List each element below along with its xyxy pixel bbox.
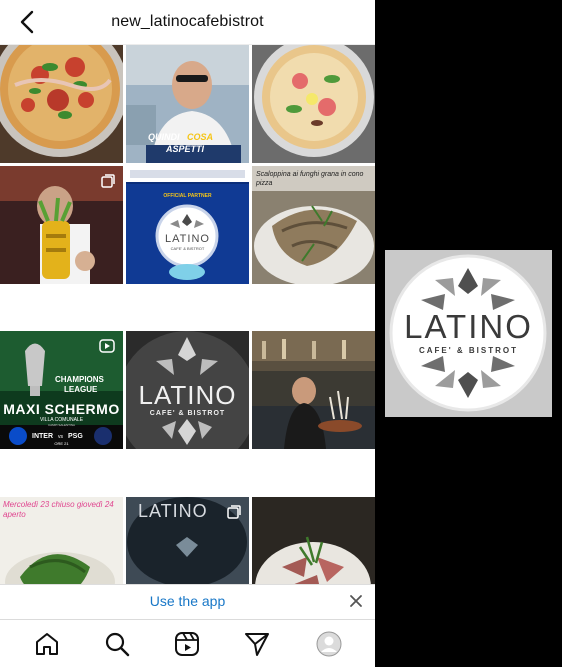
- versus-label: vs: [58, 434, 63, 440]
- team-away: PSG: [68, 433, 83, 440]
- post-caption: Scaloppina ai funghi grana in cono pizza: [256, 171, 364, 187]
- post-caption: Mercoledì 23 chiuso giovedì 24 aperto: [3, 500, 114, 519]
- logo-text: LATINO: [165, 233, 210, 245]
- post-thumbnail-cocktail[interactable]: [0, 166, 123, 284]
- post-caption-2: COSA: [187, 132, 214, 142]
- home-icon[interactable]: [33, 630, 61, 658]
- logo-text: LATINO: [404, 308, 533, 345]
- logo-subtext: CAFE' & BISTROT: [418, 346, 518, 355]
- post-grid: QUINDI COSA ASPETTI OFFICIAL PARTNER LAT…: [0, 45, 375, 593]
- post-thumbnail-scaloppina[interactable]: Scaloppina ai funghi grana in cono pizza: [252, 166, 375, 284]
- post-thumbnail-salad[interactable]: Mercoledì 23 chiuso giovedì 24 aperto: [0, 497, 123, 593]
- post-thumbnail-latino-sign[interactable]: LATINO: [126, 497, 249, 593]
- post-thumbnail-pizza-1[interactable]: [0, 45, 123, 163]
- post-thumbnail-pizza-2[interactable]: [252, 45, 375, 163]
- album-icon: [101, 174, 115, 188]
- profile-username: new_latinocafebistrot: [111, 13, 264, 30]
- post-thumbnail-latino-logo[interactable]: LATINO CAFE' & BISTROT: [126, 331, 249, 449]
- league-title-2: LEAGUE: [64, 385, 98, 394]
- logo-text: LATINO: [138, 380, 237, 410]
- album-icon: [227, 505, 241, 519]
- logo-text: LATINO: [138, 501, 208, 521]
- latino-logo-image: LATINO CAFE' & BISTROT: [385, 250, 552, 417]
- search-icon[interactable]: [103, 630, 131, 658]
- use-app-banner: Use the app: [0, 584, 375, 619]
- partner-label: OFFICIAL PARTNER: [163, 193, 212, 199]
- top-bar: new_latinocafebistrot: [0, 0, 375, 45]
- close-icon[interactable]: [347, 592, 365, 610]
- profile-icon[interactable]: [315, 630, 343, 658]
- post-thumbnail-birthday-cake[interactable]: [252, 331, 375, 449]
- post-thumbnail-official-partner[interactable]: OFFICIAL PARTNER LATINO CAFE' & BISTROT: [126, 166, 249, 284]
- post-caption-3: ASPETTI: [166, 144, 205, 154]
- instagram-profile-page: new_latinocafebistrot QUINDI COSA ASPETT…: [0, 0, 375, 667]
- place-line-2: CAMPI SALENTINA: [47, 423, 75, 427]
- use-app-link[interactable]: Use the app: [0, 593, 375, 609]
- direct-icon[interactable]: [243, 630, 271, 658]
- logo-subtext: CAFE' & BISTROT: [170, 246, 205, 251]
- bottom-navigation: [0, 619, 375, 667]
- post-caption-1: QUINDI: [148, 132, 180, 142]
- league-title-1: CHAMPIONS: [55, 375, 104, 384]
- match-time: ORE 21: [54, 441, 69, 446]
- post-thumbnail-carpaccio[interactable]: [252, 497, 375, 593]
- reels-icon[interactable]: [173, 630, 201, 658]
- post-thumbnail-champions-league[interactable]: CHAMPIONS LEAGUE MAXI SCHERMO VILLA COMU…: [0, 331, 123, 449]
- post-thumbnail-man-video[interactable]: QUINDI COSA ASPETTI: [126, 45, 249, 163]
- video-icon: [99, 339, 115, 353]
- headline: MAXI SCHERMO: [3, 401, 120, 417]
- team-home: INTER: [32, 433, 53, 440]
- logo-subtext: CAFE' & BISTROT: [149, 410, 226, 417]
- chevron-left-icon[interactable]: [14, 8, 42, 36]
